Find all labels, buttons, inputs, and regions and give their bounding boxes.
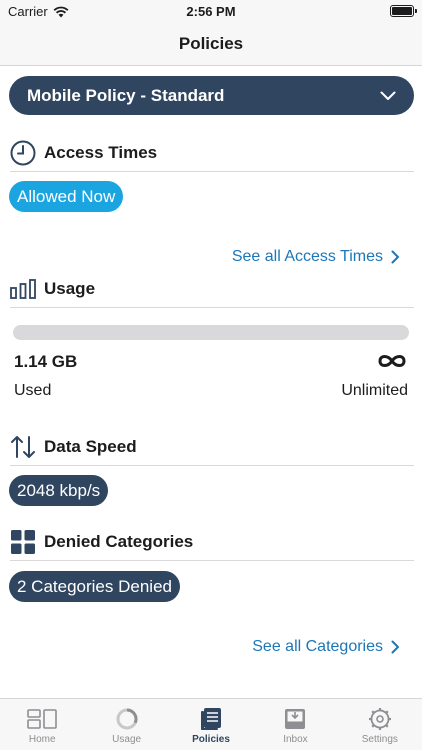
up-down-arrows-icon: [10, 434, 36, 460]
access-times-title: Access Times: [44, 142, 158, 162]
tab-policies-label: Policies: [192, 734, 230, 745]
tab-usage-label: Usage: [112, 734, 142, 745]
data-speed-badge: 2048 kbp/s: [9, 475, 109, 506]
data-speed-header: Data Speed: [10, 428, 414, 466]
clock-icon: [10, 140, 36, 166]
usage-used-value: 1.14 GB: [14, 352, 78, 371]
data-speed-title: Data Speed: [44, 436, 137, 456]
tab-inbox[interactable]: Inbox: [253, 699, 337, 750]
chevron-down-icon: [380, 91, 396, 100]
tab-settings[interactable]: Settings: [338, 699, 422, 750]
categories-grid-icon: [10, 529, 36, 555]
access-status-badge: Allowed Now: [9, 181, 124, 212]
usage-ring-icon: [112, 707, 142, 731]
page-title: Policies: [178, 34, 244, 53]
access-times-header: Access Times: [10, 134, 414, 172]
tab-home-label: Home: [28, 734, 56, 745]
policy-dropdown-label: Mobile Policy - Standard: [27, 85, 225, 105]
usage-limit-label: Unlimited: [341, 382, 408, 399]
policies-icon: [196, 707, 226, 731]
status-time: 2:56 PM: [186, 4, 236, 19]
home-icon: [27, 707, 58, 731]
infinity-icon: [378, 355, 406, 367]
battery-icon: [390, 5, 417, 17]
usage-title: Usage: [44, 278, 96, 298]
settings-gear-icon: [365, 707, 395, 731]
navigation-bar: Policies: [0, 22, 422, 66]
tab-settings-label: Settings: [361, 734, 398, 745]
tab-policies[interactable]: Policies: [169, 699, 253, 750]
see-all-access-times-link[interactable]: See all Access Times: [232, 248, 400, 266]
tab-home[interactable]: Home: [0, 699, 84, 750]
see-all-categories-link[interactable]: See all Categories: [252, 638, 400, 656]
denied-categories-title: Denied Categories: [44, 531, 194, 551]
denied-categories-badge: 2 Categories Denied: [9, 571, 180, 602]
see-all-access-times-label: See all Access Times: [231, 248, 383, 265]
tab-bar: Home Usage Policies Inbox Settings: [0, 698, 422, 750]
policy-dropdown[interactable]: Mobile Policy - Standard: [9, 76, 414, 115]
usage-used-label: Used: [14, 382, 52, 399]
inbox-icon: [280, 707, 310, 731]
status-bar: Carrier 2:56 PM: [0, 0, 422, 22]
tab-inbox-label: Inbox: [283, 734, 308, 745]
chevron-right-icon: [391, 640, 399, 654]
denied-categories-header: Denied Categories: [10, 523, 414, 561]
usage-header: Usage: [10, 270, 414, 308]
chevron-right-icon: [391, 250, 399, 264]
tab-usage[interactable]: Usage: [84, 699, 168, 750]
usage-progress-bar: [13, 325, 409, 340]
usage-bars-icon: [10, 276, 36, 302]
see-all-categories-label: See all Categories: [252, 638, 383, 655]
